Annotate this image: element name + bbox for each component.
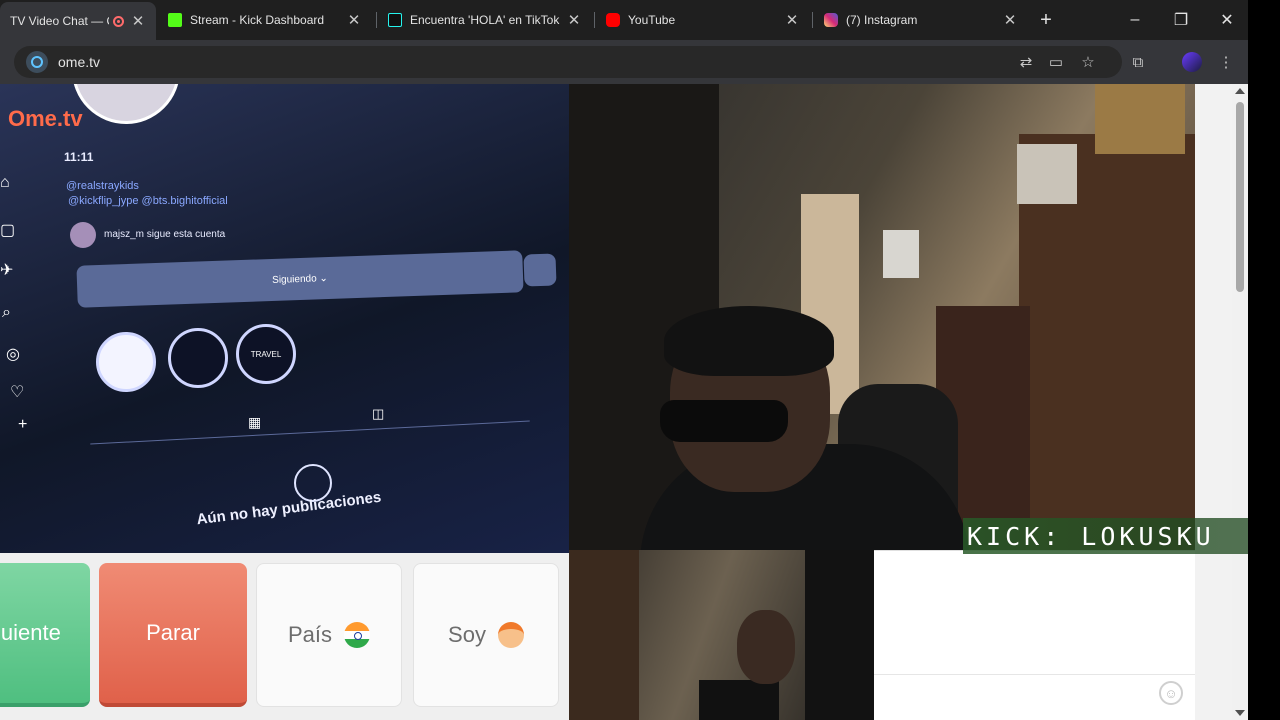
home-icon: ⌂ <box>0 174 10 191</box>
extensions-icon[interactable]: ⧉ <box>1126 50 1150 74</box>
ig-story-label: TRAVEL <box>250 349 282 359</box>
ig-story-highlight <box>96 332 156 392</box>
person-body <box>699 680 779 720</box>
close-tab-icon[interactable]: ✕ <box>784 12 800 29</box>
tab-divider <box>90 420 530 445</box>
tab-kick-dashboard[interactable]: Stream - Kick Dashboard ✕ <box>158 4 372 36</box>
emoji-icon[interactable]: ☺ <box>1159 681 1183 705</box>
site-info-icon[interactable] <box>26 51 48 73</box>
self-preview-video <box>569 550 874 720</box>
tab-separator <box>594 12 595 28</box>
screen-edge <box>1248 0 1280 720</box>
browser-toolbar: ome.tv ⇄ ▭ ☆ ⧉ ⋮ <box>0 40 1248 84</box>
shelf <box>569 550 639 720</box>
stream-overlay-text: KICK: LOKUSKU <box>963 518 1280 554</box>
heart-icon: ♡ <box>10 384 25 401</box>
address-bar[interactable]: ome.tv ⇄ ▭ ☆ <box>14 46 1122 78</box>
person-hair <box>664 306 834 376</box>
tab-youtube[interactable]: YouTube ✕ <box>596 4 810 36</box>
ig-story-highlight <box>168 328 228 388</box>
action-bar: Siguiente Parar País Soy <box>0 553 569 720</box>
stop-button[interactable]: Parar <box>99 563 247 707</box>
ig-following-button: Siguiendo ⌄ <box>76 250 524 308</box>
ig-story-highlight: TRAVEL <box>236 324 296 384</box>
tiktok-icon <box>388 13 402 27</box>
ig-follower-note: majsz_m sigue esta cuenta <box>104 229 226 240</box>
close-tab-icon[interactable]: ✕ <box>130 13 146 30</box>
close-window-button[interactable]: ✕ <box>1204 0 1250 40</box>
screen: TV Video Chat — O ✕ Stream - Kick Dashbo… <box>0 0 1280 720</box>
messages-icon: ✈ <box>0 262 14 279</box>
follower-avatar <box>70 222 96 248</box>
tab-title: (7) Instagram <box>846 13 918 27</box>
new-tab-button[interactable]: + <box>1032 6 1060 34</box>
stranger-video: Ome.tv 11:11 @realstraykids @kickflip_jy… <box>0 84 569 553</box>
scroll-up-arrow-icon[interactable] <box>1235 88 1245 94</box>
tab-separator <box>376 12 377 28</box>
menu-kebab-icon[interactable]: ⋮ <box>1214 50 1238 74</box>
india-flag-icon <box>344 622 371 648</box>
translate-icon[interactable]: ⇄ <box>1014 50 1038 74</box>
tab-title: YouTube <box>628 13 676 27</box>
ig-following-label: Siguiendo ⌄ <box>271 272 328 286</box>
create-icon: + <box>18 416 28 433</box>
reels-icon: ▢ <box>0 222 16 239</box>
tab-title: Stream - Kick Dashboard <box>190 13 325 27</box>
kick-icon <box>168 13 182 27</box>
bookmark-star-icon[interactable]: ☆ <box>1076 50 1100 74</box>
next-button[interactable]: Siguiente <box>0 563 90 707</box>
search-icon: ⌕ <box>2 304 11 321</box>
youtube-icon <box>606 13 620 27</box>
ig-bio-link: @realstraykids <box>66 180 139 192</box>
dark-wall <box>805 550 874 720</box>
instagram-icon <box>824 13 838 27</box>
close-tab-icon[interactable]: ✕ <box>346 12 362 29</box>
page-scrollbar[interactable] <box>1232 84 1248 720</box>
tab-instagram[interactable]: (7) Instagram ✕ <box>814 4 1028 36</box>
tab-strip: TV Video Chat — O ✕ Stream - Kick Dashbo… <box>0 0 1248 40</box>
country-button[interactable]: País <box>256 563 402 707</box>
tab-title: Encuentra 'HOLA' en TikTok <box>410 13 560 27</box>
ig-profile-avatar <box>72 84 180 124</box>
close-tab-icon[interactable]: ✕ <box>566 12 582 29</box>
tab-separator <box>812 12 813 28</box>
recording-icon <box>113 15 124 27</box>
scroll-down-arrow-icon[interactable] <box>1235 710 1245 716</box>
country-label: País <box>287 622 333 647</box>
cardboard-box <box>1095 84 1185 154</box>
wall-poster <box>883 230 919 278</box>
maximize-button[interactable]: ❐ <box>1158 0 1204 40</box>
gender-label: Soy <box>448 622 486 647</box>
minimize-button[interactable]: – <box>1112 0 1158 40</box>
cast-icon[interactable]: ▭ <box>1044 50 1068 74</box>
boy-face-icon <box>497 622 524 648</box>
explore-icon: ◎ <box>6 346 20 363</box>
next-label: Siguiente <box>0 620 61 645</box>
tagged-icon: ◫ <box>372 406 385 421</box>
cardboard-box <box>1017 144 1077 204</box>
tab-ometv[interactable]: TV Video Chat — O ✕ <box>0 2 156 40</box>
grid-icon: ▦ <box>248 414 262 430</box>
sunglasses <box>660 400 788 442</box>
person-head <box>737 610 795 684</box>
scroll-thumb[interactable] <box>1236 102 1244 292</box>
ig-bio-time: 11:11 <box>64 150 94 164</box>
url-text[interactable]: ome.tv <box>58 54 100 70</box>
gender-button[interactable]: Soy <box>413 563 559 707</box>
tab-tiktok[interactable]: Encuentra 'HOLA' en TikTok ✕ <box>378 4 592 36</box>
ig-bio-link: @kickflip_jype @bts.bighitofficial <box>68 195 228 207</box>
profile-avatar[interactable] <box>1180 50 1204 74</box>
ig-empty-posts-text: Aún no hay publicaciones <box>195 488 383 529</box>
tab-title: TV Video Chat — O <box>10 14 109 28</box>
ig-add-person-button <box>523 253 557 287</box>
page-content: Ome.tv 11:11 @realstraykids @kickflip_jy… <box>0 84 1248 720</box>
ometv-logo: Ome.tv <box>8 106 83 131</box>
close-tab-icon[interactable]: ✕ <box>1002 12 1018 29</box>
chat-panel: ☺ <box>874 550 1195 720</box>
chat-input-divider <box>874 674 1195 675</box>
stop-label: Parar <box>146 620 200 645</box>
